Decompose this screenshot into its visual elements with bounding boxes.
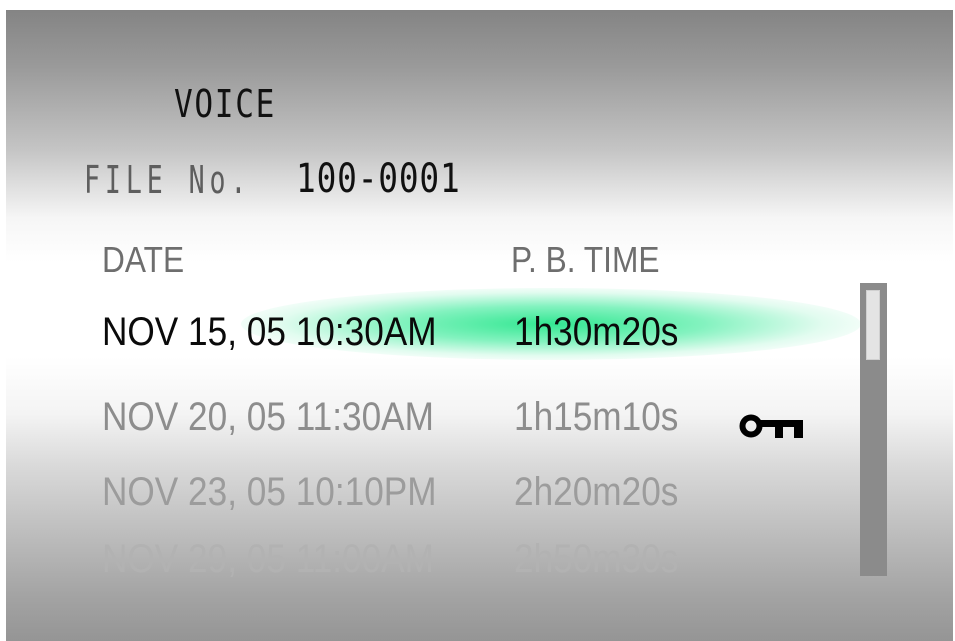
recording-playback-time: 2h50m30s <box>514 537 679 581</box>
screen-title: VOICE <box>174 82 277 126</box>
key-icon <box>739 414 803 438</box>
playback-time-column-header: P. B. TIME <box>511 239 660 280</box>
date-column-header: DATE <box>102 239 185 280</box>
recording-playback-time: 2h20m20s <box>514 470 679 514</box>
recording-playback-time: 1h15m10s <box>514 395 679 439</box>
recording-date: NOV 15, 05 10:30AM <box>102 310 437 354</box>
voice-playback-screen: VOICE FILE No. 100-0001 DATE P. B. TIME … <box>6 10 953 641</box>
recording-playback-time: 1h30m20s <box>514 310 679 354</box>
recording-row-selected[interactable]: NOV 15, 05 10:30AM 1h30m20s <box>102 310 842 370</box>
recording-row[interactable]: NOV 20, 05 11:30AM 1h15m10s <box>102 395 842 455</box>
recording-row[interactable]: NOV 23, 05 10:10PM 2h20m20s <box>102 470 842 530</box>
recording-date: NOV 29, 05 11:00AM <box>102 537 434 581</box>
list-scrollbar[interactable] <box>860 283 887 576</box>
file-number-label: FILE No. <box>84 158 252 202</box>
recording-row[interactable]: NOV 29, 05 11:00AM 2h50m30s <box>102 537 842 597</box>
file-number-value: 100-0001 <box>296 156 461 202</box>
recording-date: NOV 20, 05 11:30AM <box>102 395 434 439</box>
recording-date: NOV 23, 05 10:10PM <box>102 470 437 514</box>
scrollbar-thumb[interactable] <box>866 290 880 360</box>
